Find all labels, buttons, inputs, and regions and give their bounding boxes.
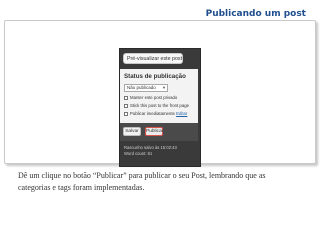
stick-front-option[interactable]: Stick this post to the front page bbox=[124, 103, 189, 109]
status-select[interactable]: Não publicado ▼ bbox=[124, 84, 168, 92]
publish-time-label: Publicar imediatamente bbox=[130, 111, 175, 116]
publish-status-area: Status de publicação Não publicado ▼ Man… bbox=[120, 69, 198, 123]
publish-time-row: Publicar imediatamente Editar bbox=[124, 111, 187, 117]
edit-publish-time-link[interactable]: Editar bbox=[176, 111, 187, 116]
calendar-icon bbox=[124, 112, 128, 116]
keep-private-label: Manter este post privado bbox=[130, 95, 178, 100]
word-count-text: Word count: 61 bbox=[124, 151, 153, 156]
status-heading: Status de publicação bbox=[124, 73, 186, 80]
status-select-value: Não publicado bbox=[127, 85, 156, 90]
publish-button[interactable]: Publicar bbox=[145, 127, 163, 136]
stick-front-label: Stick this post to the front page bbox=[130, 103, 189, 108]
keep-private-checkbox[interactable] bbox=[124, 96, 128, 100]
keep-private-option[interactable]: Manter este post privado bbox=[124, 95, 177, 101]
preview-post-button[interactable]: Pré-visualizar este post bbox=[123, 53, 183, 64]
slide-caption: Dê um clique no botão “Publicar” para pu… bbox=[18, 171, 266, 192]
slide-title: Publicando um post bbox=[205, 9, 306, 19]
chevron-down-icon: ▼ bbox=[162, 85, 166, 90]
action-bar: Salvar Publicar bbox=[120, 123, 198, 141]
save-button[interactable]: Salvar bbox=[123, 127, 141, 136]
stick-front-checkbox[interactable] bbox=[124, 104, 128, 108]
draft-saved-text: Rascunho salvo às 15:02:43 bbox=[124, 145, 177, 150]
